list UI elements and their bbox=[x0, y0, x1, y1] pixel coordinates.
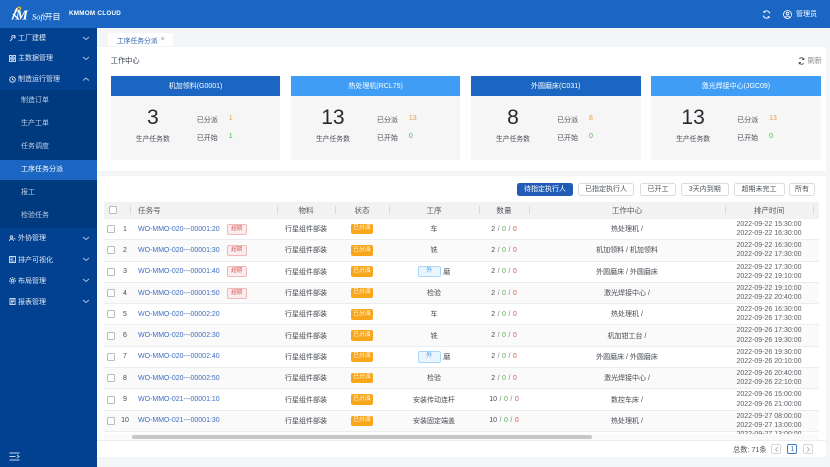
svg-text:开目: 开目 bbox=[45, 12, 61, 21]
